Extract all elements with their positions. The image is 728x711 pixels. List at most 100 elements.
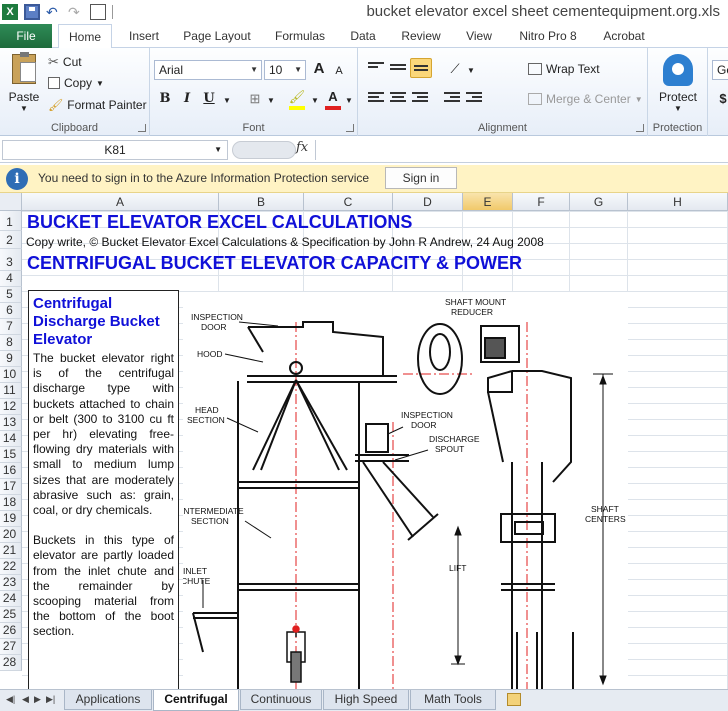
row-header[interactable]: 18 (0, 495, 22, 511)
sheet-tab-applications[interactable]: Applications (64, 690, 152, 710)
row-header[interactable]: 19 (0, 511, 22, 527)
align-bottom-icon[interactable] (410, 58, 432, 78)
format-painter-button[interactable]: 🖌 Format Painter (48, 98, 147, 112)
tab-nitro-pro[interactable]: Nitro Pro 8 (513, 24, 583, 48)
column-header-h[interactable]: H (628, 193, 728, 211)
shrink-font-button[interactable]: A (330, 62, 348, 80)
protect-button[interactable]: Protect (648, 90, 708, 104)
tab-acrobat[interactable]: Acrobat (596, 24, 652, 48)
row-header[interactable]: 11 (0, 383, 22, 399)
align-middle-icon[interactable] (390, 64, 406, 78)
row-header[interactable]: 25 (0, 607, 22, 623)
grow-font-button[interactable]: A (310, 60, 328, 78)
row-header[interactable]: 9 (0, 351, 22, 367)
sheet-tab-high-speed[interactable]: High Speed (323, 690, 409, 710)
row-header[interactable]: 28 (0, 655, 22, 671)
row-header[interactable]: 27 (0, 639, 22, 655)
copy-button[interactable]: Copy ▼ (48, 76, 104, 90)
orientation-dropdown-icon[interactable]: ▼ (462, 62, 480, 80)
clipboard-launcher-icon[interactable] (138, 124, 146, 132)
row-header[interactable]: 6 (0, 303, 22, 319)
merge-dropdown-icon[interactable]: ▼ (635, 95, 643, 104)
copy-dropdown-icon[interactable]: ▼ (96, 79, 104, 88)
column-header-d[interactable]: D (393, 193, 463, 211)
row-header[interactable]: 2 (0, 231, 22, 249)
borders-dropdown-icon[interactable]: ▼ (262, 92, 280, 110)
row-header[interactable]: 3 (0, 249, 22, 271)
name-box[interactable]: K81 ▼ (2, 140, 228, 160)
row-header[interactable]: 16 (0, 463, 22, 479)
cell-a2-copyright[interactable]: Copy write, © Bucket Elevator Excel Calc… (26, 235, 544, 249)
next-sheet-icon[interactable]: ▶ (34, 694, 41, 705)
tab-view[interactable]: View (459, 24, 499, 48)
align-right-icon[interactable] (412, 92, 428, 106)
column-header-f[interactable]: F (513, 193, 570, 211)
column-header-c[interactable]: C (304, 193, 393, 211)
tab-file[interactable]: File (0, 24, 52, 48)
column-header-g[interactable]: G (570, 193, 628, 211)
decrease-indent-icon[interactable] (444, 92, 460, 106)
cell-a3-subtitle[interactable]: CENTRIFUGAL BUCKET ELEVATOR CAPACITY & P… (27, 253, 522, 274)
tab-page-layout[interactable]: Page Layout (178, 24, 256, 48)
row-header[interactable]: 20 (0, 527, 22, 543)
align-top-icon[interactable] (368, 62, 384, 76)
print-preview-icon[interactable] (90, 4, 106, 20)
tab-data[interactable]: Data (343, 24, 383, 48)
row-header[interactable]: 23 (0, 575, 22, 591)
font-launcher-icon[interactable] (346, 124, 354, 132)
description-textbox[interactable]: Centrifugal Discharge Bucket Elevator Th… (28, 290, 179, 689)
number-format-select[interactable]: Ge (712, 60, 728, 80)
formula-input[interactable] (315, 140, 728, 160)
select-all-corner[interactable] (0, 193, 22, 211)
excel-logo-icon[interactable]: X (2, 4, 18, 20)
row-header[interactable]: 10 (0, 367, 22, 383)
row-header[interactable]: 21 (0, 543, 22, 559)
paste-dropdown-icon[interactable]: ▼ (18, 104, 30, 113)
align-left-icon[interactable] (368, 92, 384, 106)
row-header[interactable]: 7 (0, 319, 22, 335)
sign-in-button[interactable]: Sign in (385, 167, 457, 189)
row-header[interactable]: 8 (0, 335, 22, 351)
row-header[interactable]: 1 (0, 211, 22, 231)
row-header[interactable]: 24 (0, 591, 22, 607)
increase-indent-icon[interactable] (466, 92, 482, 106)
tab-review[interactable]: Review (396, 24, 446, 48)
font-size-select[interactable]: 10 ▼ (264, 60, 306, 80)
tab-insert[interactable]: Insert (122, 24, 166, 48)
chevron-down-icon[interactable]: ▼ (214, 141, 222, 159)
font-color-dropdown-icon[interactable]: ▼ (340, 92, 358, 110)
formula-bar-splitter[interactable] (232, 141, 296, 159)
row-header[interactable]: 4 (0, 271, 22, 287)
tab-formulas[interactable]: Formulas (268, 24, 332, 48)
insert-function-icon[interactable]: fx (296, 140, 308, 155)
row-header[interactable]: 17 (0, 479, 22, 495)
protect-dropdown-icon[interactable]: ▼ (672, 104, 684, 113)
row-header[interactable]: 5 (0, 287, 22, 303)
bold-button[interactable]: B (156, 90, 174, 108)
paste-button[interactable]: Paste (4, 90, 44, 104)
sheet-tab-continuous[interactable]: Continuous (240, 690, 322, 710)
redo-icon[interactable]: ↷ (68, 4, 84, 20)
italic-button[interactable]: I (178, 90, 196, 108)
row-header[interactable]: 26 (0, 623, 22, 639)
align-center-icon[interactable] (390, 92, 406, 106)
column-header-e[interactable]: E (463, 193, 513, 211)
row-header[interactable]: 22 (0, 559, 22, 575)
row-header[interactable]: 14 (0, 431, 22, 447)
protect-icon[interactable] (663, 54, 693, 86)
underline-dropdown-icon[interactable]: ▼ (218, 92, 236, 110)
fill-dropdown-icon[interactable]: ▼ (306, 92, 324, 110)
currency-button[interactable]: $ (714, 90, 728, 108)
cut-button[interactable]: ✂ Cut (48, 54, 82, 70)
sheet-tab-centrifugal[interactable]: Centrifugal (153, 690, 239, 711)
sheet-tab-math-tools[interactable]: Math Tools (410, 690, 496, 710)
row-header[interactable]: 13 (0, 415, 22, 431)
column-header-b[interactable]: B (219, 193, 304, 211)
last-sheet-icon[interactable]: ▶| (46, 694, 55, 705)
insert-sheet-icon[interactable] (507, 693, 521, 706)
tab-home[interactable]: Home (58, 24, 112, 49)
row-header[interactable]: 12 (0, 399, 22, 415)
row-header[interactable]: 15 (0, 447, 22, 463)
column-header-a[interactable]: A (22, 193, 219, 211)
wrap-text-button[interactable]: Wrap Text (528, 62, 600, 76)
